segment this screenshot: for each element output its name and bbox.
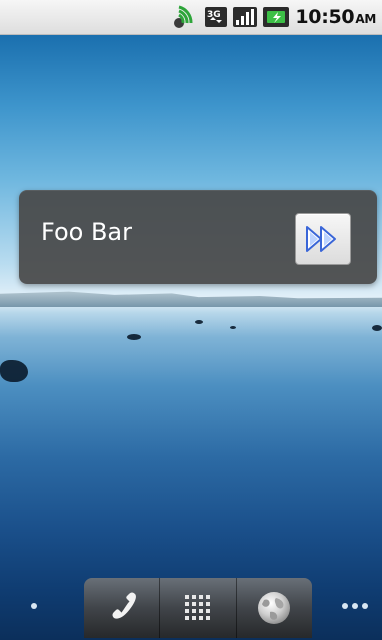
wallpaper-rock: [230, 326, 236, 329]
home-indicator-dots[interactable]: [342, 603, 368, 609]
wallpaper-rock: [195, 320, 203, 324]
clock-ampm: AM: [355, 12, 376, 26]
battery-icon: [263, 5, 290, 29]
browser-icon: [258, 592, 291, 624]
clock: 10:50AM: [295, 6, 376, 28]
signal-strength-icon: [233, 5, 258, 29]
status-icons: 3G 10:50AM: [173, 0, 382, 34]
3g-data-icon: 3G: [205, 5, 228, 29]
sync-icon: [173, 5, 199, 29]
wallpaper-rock: [127, 334, 141, 340]
home-indicator-dot: [352, 603, 358, 609]
widget-forward-button[interactable]: [295, 213, 351, 265]
phone-button[interactable]: [84, 578, 161, 638]
widget-label: Foo Bar: [41, 218, 132, 246]
app-drawer-icon: [184, 595, 210, 620]
foo-bar-widget[interactable]: Foo Bar: [19, 190, 377, 284]
status-bar: 3G 10:50AM: [0, 0, 382, 35]
clock-time: 10:50: [295, 6, 355, 28]
home-indicator-dot[interactable]: [31, 603, 37, 609]
phone-icon: [112, 592, 136, 619]
browser-button[interactable]: [237, 578, 312, 638]
home-indicator-dot: [362, 603, 368, 609]
dock: [84, 578, 312, 638]
wallpaper-rock: [372, 325, 382, 331]
app-drawer-button[interactable]: [160, 578, 237, 638]
wallpaper: [0, 34, 382, 640]
home-indicator-dot: [342, 603, 348, 609]
fast-forward-icon: [306, 226, 336, 252]
wallpaper-rock: [0, 360, 28, 382]
